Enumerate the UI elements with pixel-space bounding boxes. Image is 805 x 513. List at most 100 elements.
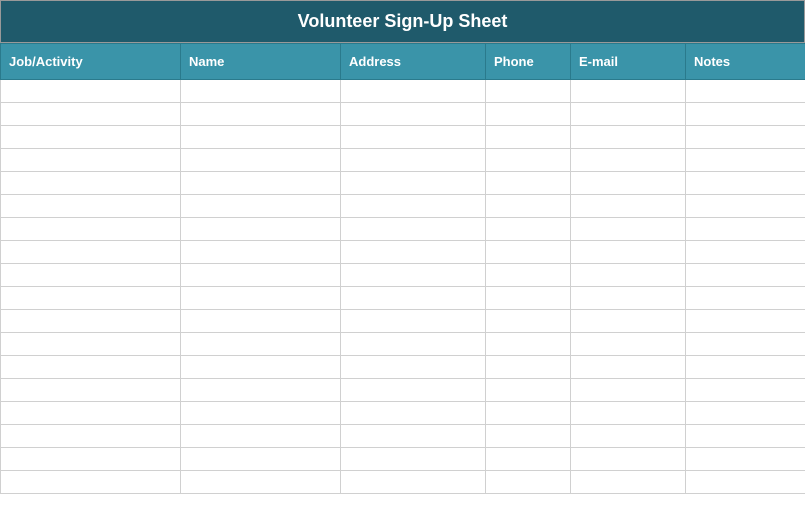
table-cell[interactable] (571, 333, 686, 356)
table-cell[interactable] (181, 195, 341, 218)
table-cell[interactable] (686, 195, 805, 218)
table-cell[interactable] (181, 103, 341, 126)
table-cell[interactable] (181, 126, 341, 149)
table-cell[interactable] (1, 218, 181, 241)
table-cell[interactable] (686, 310, 805, 333)
table-cell[interactable] (341, 310, 486, 333)
table-cell[interactable] (341, 287, 486, 310)
table-cell[interactable] (341, 80, 486, 103)
table-cell[interactable] (1, 287, 181, 310)
table-cell[interactable] (341, 379, 486, 402)
table-cell[interactable] (1, 103, 181, 126)
table-cell[interactable] (341, 356, 486, 379)
table-cell[interactable] (571, 172, 686, 195)
table-cell[interactable] (181, 241, 341, 264)
table-cell[interactable] (341, 241, 486, 264)
table-cell[interactable] (571, 218, 686, 241)
table-cell[interactable] (181, 149, 341, 172)
table-cell[interactable] (486, 149, 571, 172)
table-cell[interactable] (486, 126, 571, 149)
table-cell[interactable] (1, 310, 181, 333)
table-cell[interactable] (571, 103, 686, 126)
table-cell[interactable] (571, 195, 686, 218)
table-cell[interactable] (1, 195, 181, 218)
table-cell[interactable] (341, 264, 486, 287)
table-cell[interactable] (1, 448, 181, 471)
table-cell[interactable] (686, 264, 805, 287)
table-cell[interactable] (181, 264, 341, 287)
table-cell[interactable] (341, 333, 486, 356)
table-cell[interactable] (1, 241, 181, 264)
table-cell[interactable] (341, 172, 486, 195)
table-cell[interactable] (341, 402, 486, 425)
table-cell[interactable] (571, 448, 686, 471)
table-cell[interactable] (1, 333, 181, 356)
table-cell[interactable] (341, 471, 486, 494)
table-cell[interactable] (486, 333, 571, 356)
table-cell[interactable] (181, 402, 341, 425)
table-cell[interactable] (181, 333, 341, 356)
table-cell[interactable] (486, 172, 571, 195)
table-cell[interactable] (571, 80, 686, 103)
table-cell[interactable] (341, 448, 486, 471)
table-cell[interactable] (1, 471, 181, 494)
table-cell[interactable] (181, 80, 341, 103)
table-cell[interactable] (571, 287, 686, 310)
table-cell[interactable] (686, 425, 805, 448)
table-cell[interactable] (686, 287, 805, 310)
table-cell[interactable] (1, 379, 181, 402)
table-cell[interactable] (571, 310, 686, 333)
table-cell[interactable] (486, 379, 571, 402)
table-cell[interactable] (181, 448, 341, 471)
table-cell[interactable] (486, 402, 571, 425)
table-cell[interactable] (181, 356, 341, 379)
table-cell[interactable] (571, 425, 686, 448)
table-cell[interactable] (571, 126, 686, 149)
table-cell[interactable] (341, 126, 486, 149)
table-cell[interactable] (486, 103, 571, 126)
table-cell[interactable] (341, 149, 486, 172)
table-cell[interactable] (686, 356, 805, 379)
table-cell[interactable] (486, 471, 571, 494)
table-cell[interactable] (686, 379, 805, 402)
table-cell[interactable] (181, 218, 341, 241)
table-cell[interactable] (181, 425, 341, 448)
table-cell[interactable] (181, 379, 341, 402)
table-cell[interactable] (686, 126, 805, 149)
table-cell[interactable] (571, 241, 686, 264)
table-cell[interactable] (1, 149, 181, 172)
table-cell[interactable] (486, 425, 571, 448)
table-cell[interactable] (1, 425, 181, 448)
table-cell[interactable] (486, 448, 571, 471)
table-cell[interactable] (486, 356, 571, 379)
table-cell[interactable] (181, 287, 341, 310)
table-cell[interactable] (686, 471, 805, 494)
table-cell[interactable] (686, 448, 805, 471)
table-cell[interactable] (486, 287, 571, 310)
table-cell[interactable] (571, 149, 686, 172)
table-cell[interactable] (571, 379, 686, 402)
table-cell[interactable] (686, 241, 805, 264)
table-cell[interactable] (1, 402, 181, 425)
table-cell[interactable] (686, 80, 805, 103)
table-cell[interactable] (686, 218, 805, 241)
table-cell[interactable] (686, 333, 805, 356)
table-cell[interactable] (686, 172, 805, 195)
table-cell[interactable] (486, 218, 571, 241)
table-cell[interactable] (486, 195, 571, 218)
table-cell[interactable] (571, 356, 686, 379)
table-cell[interactable] (686, 149, 805, 172)
table-cell[interactable] (341, 218, 486, 241)
table-cell[interactable] (571, 402, 686, 425)
table-cell[interactable] (686, 103, 805, 126)
table-cell[interactable] (571, 471, 686, 494)
table-cell[interactable] (181, 471, 341, 494)
table-cell[interactable] (571, 264, 686, 287)
table-cell[interactable] (181, 310, 341, 333)
table-cell[interactable] (341, 425, 486, 448)
table-cell[interactable] (181, 172, 341, 195)
table-cell[interactable] (1, 126, 181, 149)
table-cell[interactable] (486, 264, 571, 287)
table-cell[interactable] (686, 402, 805, 425)
table-cell[interactable] (341, 195, 486, 218)
